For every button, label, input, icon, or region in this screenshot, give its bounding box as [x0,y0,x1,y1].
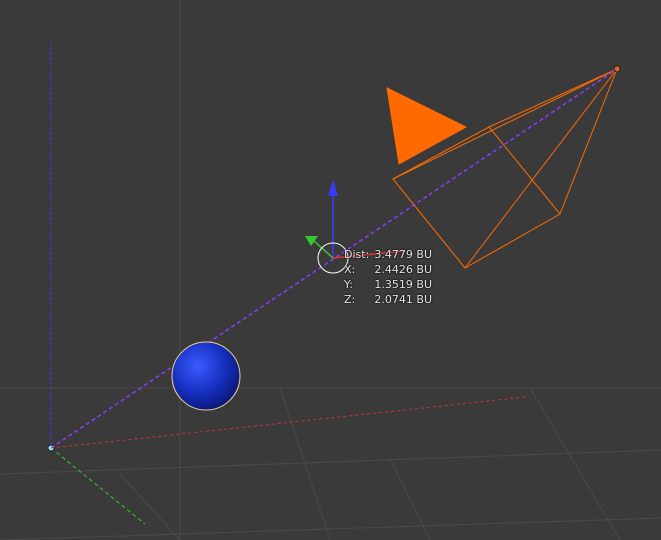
x-axis-line [50,396,526,449]
measurement-readout: Dist: 3.4779 BU X: 2.4426 BU Y: 1.3519 B… [344,247,432,307]
x-label: X: [344,263,356,276]
x-value: 2.4426 BU [374,263,432,276]
z-axis-arrow-icon[interactable] [328,180,338,196]
floor-grid [0,0,661,540]
x-row: X: 2.4426 BU [344,262,432,277]
z-row: Z: 2.0741 BU [344,292,432,307]
y-axis-arrow-icon[interactable] [305,236,318,246]
camera-object[interactable] [386,65,621,269]
y-label: Y: [344,278,353,291]
y-row: Y: 1.3519 BU [344,277,432,292]
distance-row: Dist: 3.4779 BU [344,247,432,262]
distance-value: 3.4779 BU [374,248,432,261]
viewport-scene[interactable] [0,0,661,540]
y-value: 1.3519 BU [374,278,432,291]
distance-label: Dist: [344,248,370,261]
camera-up-triangle [386,87,468,165]
z-label: Z: [344,293,356,306]
3d-viewport[interactable]: Dist: 3.4779 BU X: 2.4426 BU Y: 1.3519 B… [0,0,661,540]
sphere-object[interactable] [171,341,241,411]
z-value: 2.0741 BU [374,293,432,306]
